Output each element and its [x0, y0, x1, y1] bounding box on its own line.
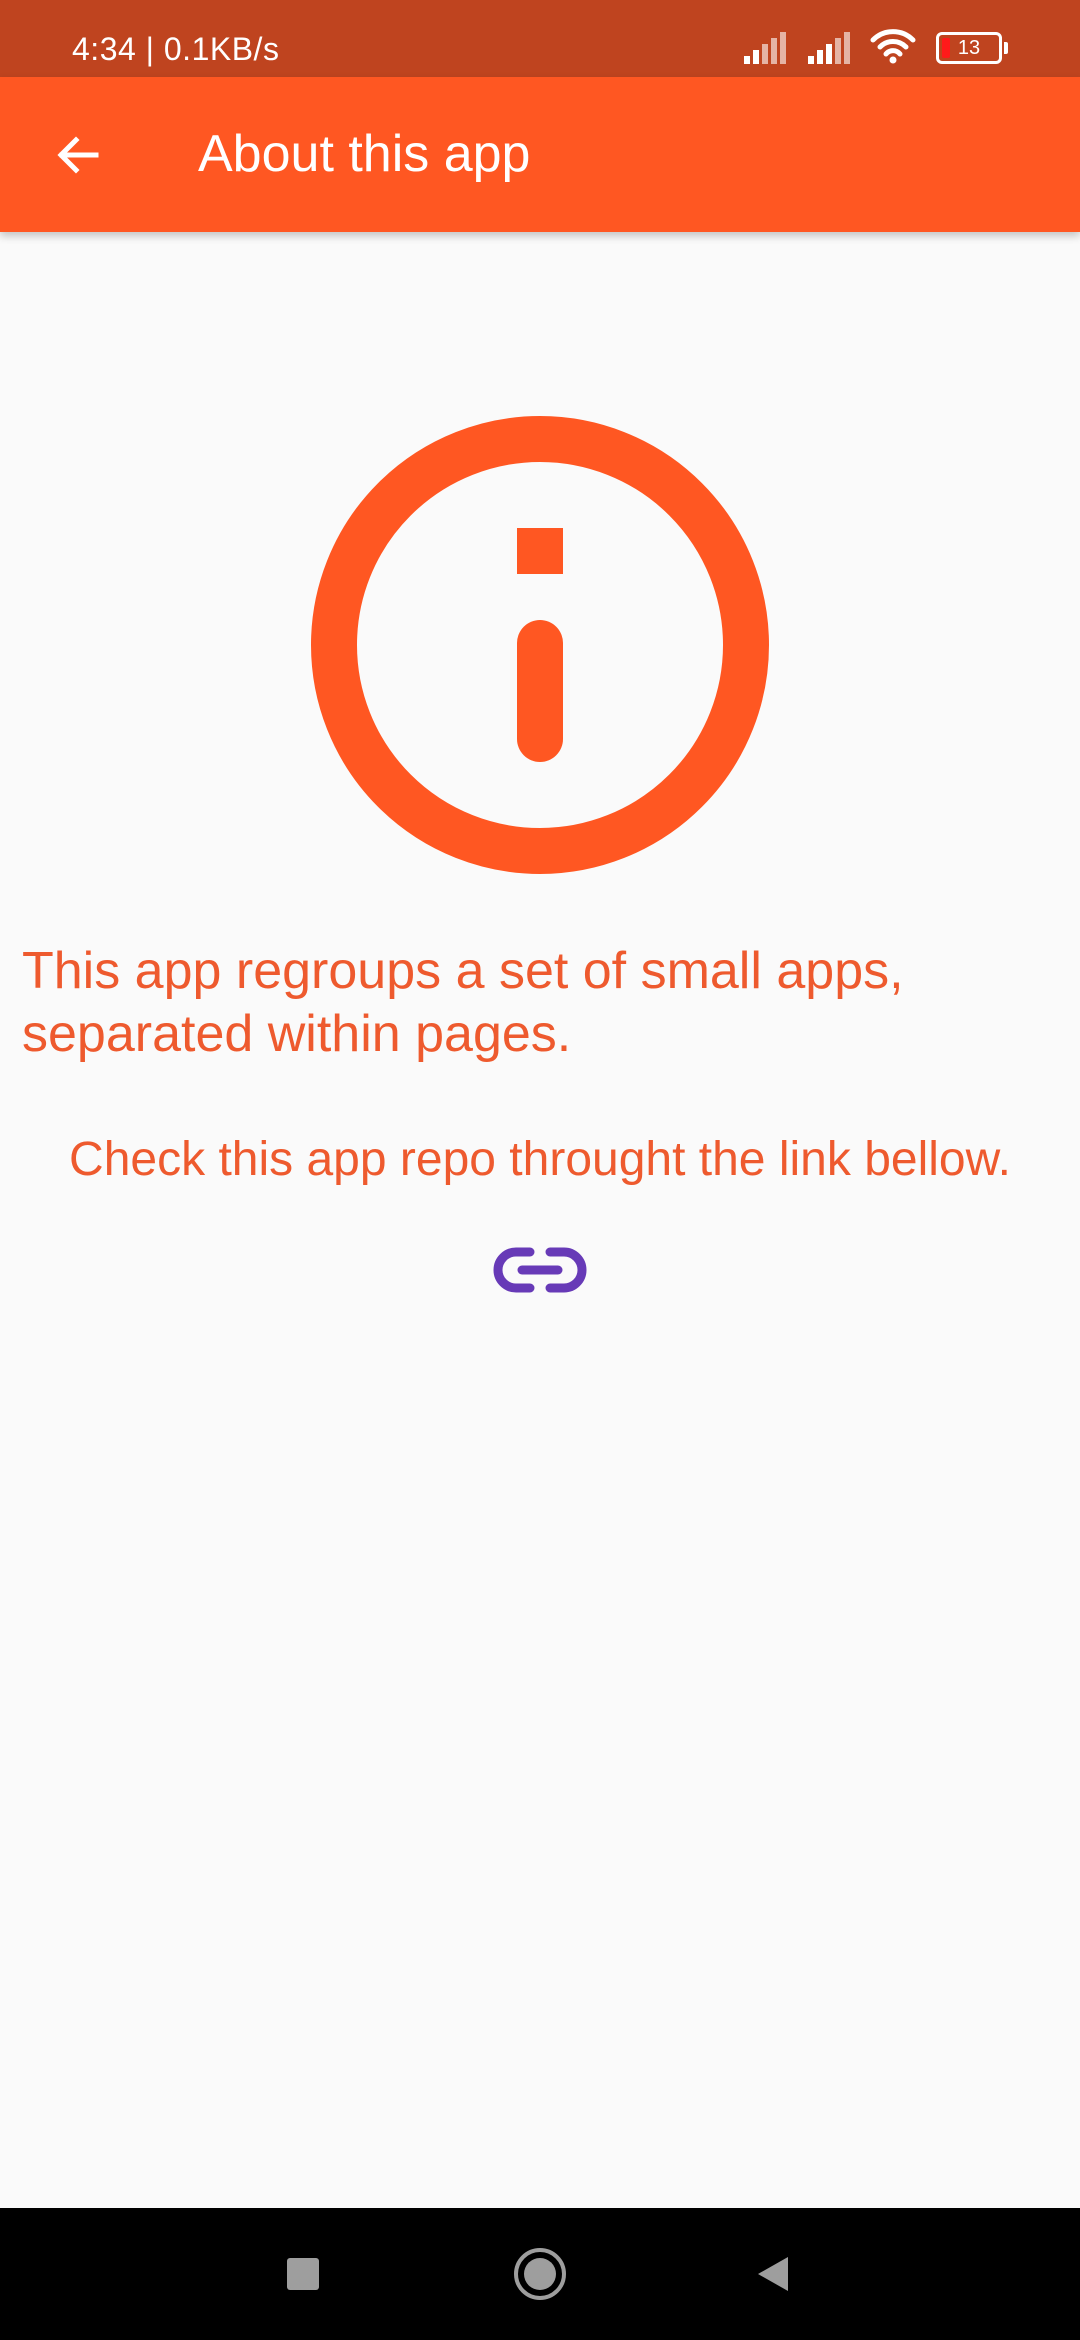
app-description: This app regroups a set of small apps, s…	[22, 942, 904, 1063]
navigation-bar	[0, 2208, 1080, 2340]
info-icon	[310, 415, 770, 875]
signal-icon	[808, 32, 850, 64]
link-icon	[493, 1247, 587, 1293]
status-time-speed: 4:34 | 0.1KB/s	[72, 31, 280, 67]
page-title: About this app	[198, 125, 531, 183]
app-bar: About this app	[0, 77, 1080, 232]
status-icons: 13	[742, 24, 1008, 64]
home-button[interactable]	[510, 2244, 570, 2304]
recents-button[interactable]	[273, 2244, 333, 2304]
back-button[interactable]	[40, 117, 116, 193]
home-icon	[514, 2248, 566, 2300]
repo-link-button[interactable]	[490, 1235, 590, 1305]
battery-icon: 13	[936, 32, 1008, 64]
back-icon	[758, 2257, 788, 2291]
status-bar: 4:34 | 0.1KB/s 13	[0, 0, 1080, 77]
repo-note: Check this app repo throught the link be…	[69, 1133, 1011, 1186]
nav-back-button[interactable]	[742, 2244, 802, 2304]
signal-icon	[744, 32, 786, 64]
recents-icon	[287, 2258, 319, 2290]
battery-level: 13	[957, 36, 981, 59]
arrow-back-icon	[57, 136, 99, 174]
wifi-icon	[870, 29, 916, 64]
